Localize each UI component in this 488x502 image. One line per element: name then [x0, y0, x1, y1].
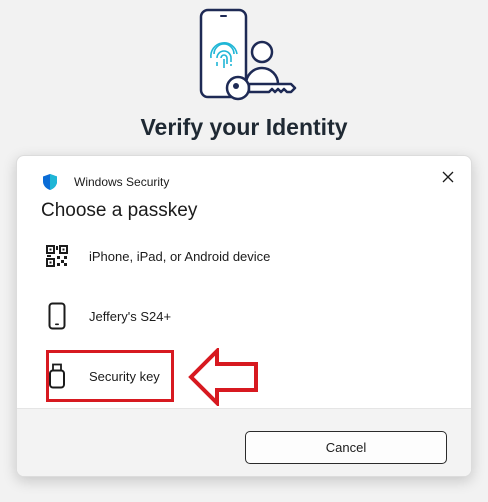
cancel-button[interactable]: Cancel	[245, 431, 447, 464]
option-other-device[interactable]: iPhone, iPad, or Android device	[41, 230, 451, 282]
windows-security-dialog: Windows Security Choose a passkey iPhone…	[16, 155, 472, 477]
dialog-app-name: Windows Security	[74, 175, 170, 189]
close-button[interactable]	[435, 164, 461, 190]
option-label: iPhone, iPad, or Android device	[89, 248, 271, 264]
red-arrow-icon	[188, 348, 258, 406]
page-title: Verify your Identity	[140, 114, 348, 140]
dialog-header: Windows Security	[17, 156, 471, 200]
qr-code-icon	[41, 244, 73, 268]
windows-security-shield-icon	[43, 174, 57, 190]
highlight-box	[46, 350, 174, 402]
close-icon	[442, 171, 454, 183]
dialog-heading: Choose a passkey	[41, 200, 198, 221]
dialog-footer: Cancel	[17, 408, 471, 476]
option-phone-device[interactable]: Jeffery's S24+	[41, 290, 451, 342]
phone-icon	[41, 302, 73, 330]
option-label: Jeffery's S24+	[89, 308, 172, 324]
hero-banner: Verify your Identity	[0, 0, 488, 160]
passkey-illustration-icon	[199, 8, 297, 101]
